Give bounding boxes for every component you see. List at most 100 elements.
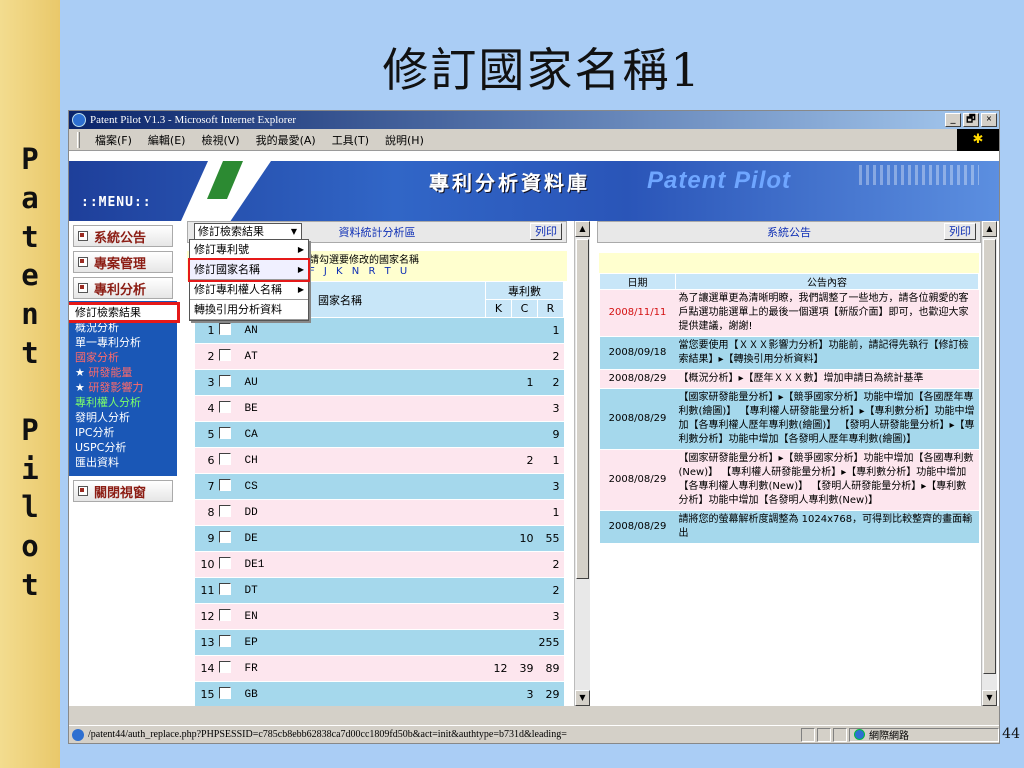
count-c — [511, 317, 538, 344]
row-checkbox-cell — [218, 447, 243, 474]
country-code: DE — [242, 525, 486, 552]
row-checkbox[interactable] — [218, 323, 231, 335]
menu-tools[interactable]: 工具(T) — [325, 132, 378, 148]
submenu-revise-country-name[interactable]: 修訂國家名稱 — [188, 258, 310, 282]
menu-file[interactable]: 檔案(F) — [88, 132, 141, 148]
restore-button[interactable]: 🗗 — [963, 113, 979, 127]
count-r: 2 — [537, 343, 564, 370]
nav-subitem[interactable]: 發明人分析 — [75, 410, 177, 425]
table-row: 2 AT 2 — [194, 343, 564, 370]
row-checkbox[interactable] — [218, 349, 231, 361]
row-checkbox[interactable] — [218, 375, 231, 387]
row-checkbox-cell — [218, 317, 243, 344]
count-k — [485, 317, 512, 344]
count-c: 10 — [511, 525, 538, 552]
announce-table: 日期 公告內容 2008/11/11 為了讓選單更為清晰明瞭，我們調整了一些地方，… — [599, 273, 979, 544]
announce-print-button[interactable]: 列印 — [944, 223, 976, 240]
row-checkbox[interactable] — [218, 661, 231, 673]
count-r: 55 — [537, 525, 564, 552]
nav-subitem[interactable]: 修訂檢索結果 — [69, 302, 180, 323]
window-icon — [78, 486, 88, 496]
count-c — [511, 473, 538, 500]
nav-subitem[interactable]: 研發能量 — [75, 365, 177, 380]
table-row: 11 DT 2 — [194, 577, 564, 604]
left-scrollbar[interactable]: ▲ ▼ — [574, 221, 590, 706]
side-letter: a — [21, 180, 39, 215]
nav-project-management[interactable]: 專案管理 — [73, 251, 173, 273]
submenu-revise-assignee-name[interactable]: 修訂專利權人名稱 — [190, 280, 308, 300]
count-k — [485, 603, 512, 630]
nav-subitem[interactable]: 單一專利分析 — [75, 335, 177, 350]
count-k — [485, 395, 512, 422]
database-title: 專利分析資料庫 — [429, 171, 590, 195]
menu-view[interactable]: 檢視(V) — [194, 132, 248, 148]
side-letter: t — [21, 567, 39, 602]
count-k — [485, 473, 512, 500]
country-code: CS — [242, 473, 486, 500]
nav-system-announcement[interactable]: 系統公告 — [73, 225, 173, 247]
menu-favorites[interactable]: 我的最愛(A) — [249, 132, 325, 148]
submenu-convert-citation-data[interactable]: 轉換引用分析資料 — [190, 300, 308, 320]
status-cell — [801, 727, 815, 742]
row-checkbox[interactable] — [218, 609, 231, 621]
right-scrollbar[interactable]: ▲ ▼ — [981, 221, 997, 706]
col-date: 日期 — [599, 273, 676, 290]
table-row: 6 CH 2 1 — [194, 447, 564, 474]
menu-edit[interactable]: 編輯(E) — [141, 132, 195, 148]
print-button[interactable]: 列印 — [530, 223, 562, 240]
status-cell — [833, 727, 847, 742]
slide-number: 44 — [1002, 726, 1020, 742]
row-checkbox[interactable] — [218, 401, 231, 413]
country-code: EN — [242, 603, 486, 630]
announce-date: 2008/08/29 — [599, 510, 676, 544]
row-checkbox[interactable] — [218, 635, 231, 647]
row-number: 12 — [194, 603, 219, 630]
nav-subitem[interactable]: USPC分析 — [75, 440, 177, 455]
country-code: AT — [242, 343, 486, 370]
row-checkbox[interactable] — [218, 453, 231, 465]
row-checkbox[interactable] — [218, 583, 231, 595]
row-checkbox[interactable] — [218, 427, 231, 439]
nav-subitem[interactable]: IPC分析 — [75, 425, 177, 440]
scroll-up-icon[interactable]: ▲ — [982, 221, 997, 237]
count-c: 3 — [511, 681, 538, 706]
table-row: 9 DE 10 55 — [194, 525, 564, 552]
ie-window: Patent Pilot V1.3 - Microsoft Internet E… — [68, 110, 1000, 744]
announce-row: 2008/09/18 當您要使用【ＸＸＸ影響力分析】功能前，請記得先執行【修訂檢索… — [599, 336, 979, 370]
announce-row: 2008/08/29 【概況分析】▸【歷年ＸＸＸ數】增加申請日為統計基準 — [599, 369, 979, 389]
page-icon — [72, 728, 84, 741]
submenu-revise-patent-no[interactable]: 修訂專利號 — [190, 240, 308, 260]
nav-subitem[interactable]: 概況分析 — [75, 320, 177, 335]
scroll-thumb[interactable] — [576, 239, 589, 579]
country-code: CA — [242, 421, 486, 448]
nav-subitem[interactable]: 專利權人分析 — [75, 395, 177, 410]
nav-subitem[interactable]: 國家分析 — [75, 350, 177, 365]
row-checkbox[interactable] — [218, 557, 231, 569]
nav-subitem[interactable]: 研發影響力 — [75, 380, 177, 395]
menu-help[interactable]: 說明(H) — [378, 132, 433, 148]
minimize-button[interactable]: _ — [945, 113, 961, 127]
letter-index[interactable]: F J K N R T U — [309, 266, 567, 277]
scroll-down-icon[interactable]: ▼ — [982, 690, 997, 706]
table-row: 15 GB 3 29 — [194, 681, 564, 706]
row-checkbox[interactable] — [218, 687, 231, 699]
nav-patent-analysis[interactable]: 專利分析 — [73, 277, 173, 299]
scroll-thumb[interactable] — [983, 239, 996, 674]
row-number: 8 — [194, 499, 219, 526]
banner-decoration — [859, 165, 979, 185]
nav-close-window[interactable]: 關閉視窗 — [73, 480, 173, 502]
announce-row: 2008/08/29 請將您的螢幕解析度調整為 1024x768，可得到比較整齊的… — [599, 510, 979, 544]
vertical-letters: PatentPilot — [0, 140, 60, 605]
announce-date: 2008/08/29 — [599, 388, 676, 450]
row-checkbox[interactable] — [218, 531, 231, 543]
col-r: R — [537, 299, 564, 318]
count-r: 3 — [537, 603, 564, 630]
table-row: 14 FR 12 39 89 — [194, 655, 564, 682]
nav-subitem[interactable]: 匯出資料 — [75, 455, 177, 470]
count-r: 3 — [537, 473, 564, 500]
scroll-up-icon[interactable]: ▲ — [575, 221, 590, 237]
row-checkbox[interactable] — [218, 479, 231, 491]
row-checkbox[interactable] — [218, 505, 231, 517]
close-button[interactable]: × — [981, 113, 997, 127]
scroll-down-icon[interactable]: ▼ — [575, 690, 590, 706]
